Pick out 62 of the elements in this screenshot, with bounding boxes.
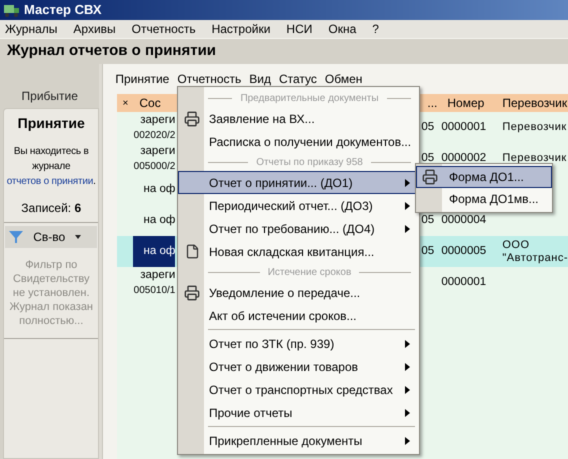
document-icon <box>184 244 200 259</box>
number-cell-text: 0000001 <box>441 120 486 135</box>
number-cell-text: 0000004 <box>441 212 486 228</box>
journal-link[interactable]: отчетов о принятии <box>6 176 94 187</box>
menu-item[interactable]: Прочие отчеты <box>178 401 419 424</box>
journal-title: Журнал отчетов о принятии <box>7 41 216 62</box>
table-cell-text: 05 <box>421 212 434 228</box>
menu-section-title: Предварительные документы <box>240 92 379 106</box>
caret-icon <box>75 235 82 239</box>
toolbar-menu-item[interactable]: Статус <box>278 70 325 88</box>
menu-bar-item[interactable]: Журналы <box>0 20 66 38</box>
menu-item[interactable]: Отчет о транспортных средствах <box>178 378 419 401</box>
table-cell-text: 05 <box>421 244 434 259</box>
funnel-icon <box>9 230 24 244</box>
column-header[interactable]: Сос <box>133 94 176 112</box>
filter-note: Фильтр по Свидетельству не установлен. Журнал показан полностью... <box>8 258 94 328</box>
info-text: Вы находитесь в журнале отчетов о принятии. <box>6 145 97 189</box>
menu-bar-item[interactable]: ? <box>364 20 387 38</box>
truck-icon <box>4 4 20 16</box>
menu-item[interactable]: Отчет о движении товаров <box>178 355 419 378</box>
carrier-cell: ООО "Автотранс- <box>502 238 568 264</box>
printer-icon <box>184 110 200 126</box>
printer-icon <box>422 169 438 185</box>
window-title: Мастер СВХ <box>24 1 102 20</box>
menu-bar-item[interactable]: Отчетность <box>124 20 204 38</box>
status-cell: на оф <box>144 213 176 228</box>
side-tab[interactable]: Прибытие <box>0 64 100 108</box>
column-header[interactable]: Номер <box>441 94 496 112</box>
menu-item[interactable]: Новая складская квитанция... <box>178 240 419 263</box>
menu-section-title: Отчеты по приказу 958 <box>256 156 363 170</box>
menu-item[interactable]: Отчет по ЗТК (пр. 939) <box>178 332 419 355</box>
menu-item[interactable]: Периодический отчет... (ДО3) <box>178 194 419 217</box>
menu-item[interactable]: Расписка о получении документов... <box>178 130 419 153</box>
carrier-cell: Перевозчик <box>502 152 567 165</box>
menu-item[interactable]: Акт об истечении сроков... <box>178 304 419 327</box>
menu-bar-item[interactable]: Настройки <box>204 20 278 38</box>
menu-item[interactable]: Прикрепленные документы <box>178 429 419 452</box>
toolbar-menu-item[interactable]: Вид <box>249 70 279 88</box>
number-cell-text: 0000002 <box>441 150 486 166</box>
toolbar-menu-item[interactable]: Принятие <box>115 70 178 88</box>
menu-item[interactable]: Форма ДО1мв... <box>416 188 552 210</box>
column-header[interactable]: Перевозчик <box>496 94 568 112</box>
menu-item[interactable]: Форма ДО1... <box>416 166 552 188</box>
table-cell-text: 05 <box>421 120 434 135</box>
column-header[interactable]: ... <box>421 94 442 112</box>
toolbar-menu-item[interactable]: Отчетность <box>177 70 250 88</box>
carrier-cell: Перевозчик <box>502 121 567 134</box>
records-count: Записей: 6 <box>21 200 82 217</box>
table-cell-text: 05 <box>421 150 434 166</box>
menu-bar-item[interactable]: НСИ <box>278 20 320 38</box>
printer-icon <box>184 284 200 300</box>
menu-bar-item[interactable]: Окна <box>320 20 364 38</box>
number-cell-text: 0000005 <box>441 244 486 259</box>
filter-button[interactable]: Св-во <box>5 226 98 248</box>
side-tab[interactable]: Принятие <box>18 113 85 134</box>
menu-bar-item[interactable]: Архивы <box>65 20 124 38</box>
status-cell: на оф <box>144 244 176 259</box>
menu-item[interactable]: Заявление на ВХ... <box>178 107 419 130</box>
menu-section-title: Истечение сроков <box>268 266 352 280</box>
menu-item[interactable]: Уведомление о передаче... <box>178 281 419 304</box>
column-header[interactable]: × <box>117 94 134 112</box>
toolbar-menu-item[interactable]: Обмен <box>324 70 370 88</box>
